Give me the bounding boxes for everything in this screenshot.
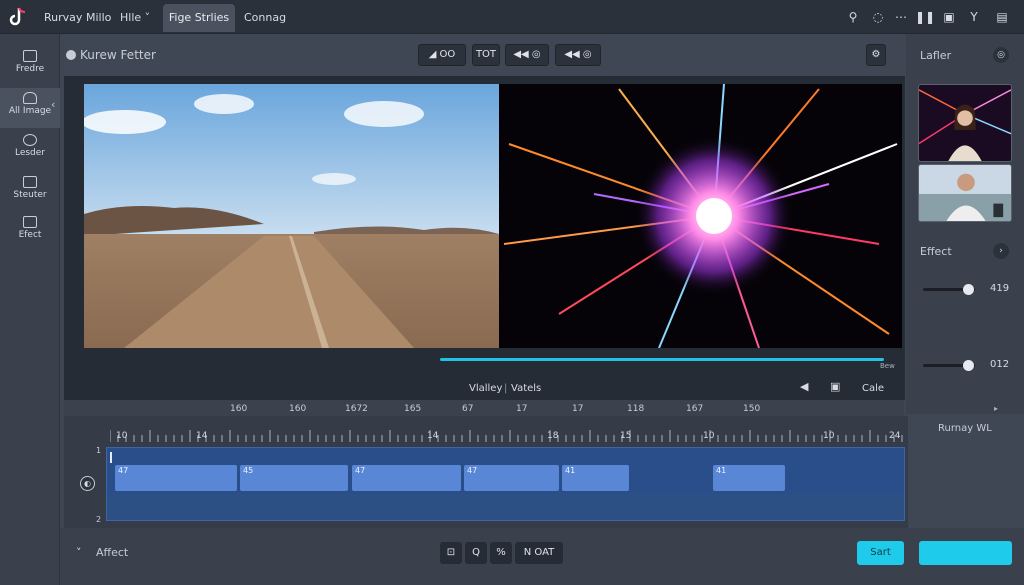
timeline-clip[interactable]: 47 — [464, 465, 559, 491]
ruler-tick-label: 150 — [743, 404, 761, 414]
ellipsis-icon[interactable]: ⋯ — [893, 9, 909, 25]
thumbnail-1[interactable] — [918, 84, 1012, 162]
effect-expand-icon[interactable]: › — [993, 243, 1009, 259]
affect-label[interactable]: Affect — [96, 546, 128, 559]
sidebar-item-efect[interactable]: Efect — [0, 212, 60, 252]
ruler-tick-label: 167 — [686, 404, 704, 414]
timeline-scale-label: 10 — [703, 431, 715, 441]
square-icon[interactable]: ▣ — [941, 9, 957, 25]
sidebar-item-lesder[interactable]: Lesder — [0, 130, 60, 170]
timeline-scale-label: 18 — [547, 431, 559, 441]
sidebar-item-label: Efect — [18, 230, 42, 240]
timeline-scale-label: 24 — [889, 431, 901, 441]
playback-progress-bar[interactable] — [440, 358, 884, 361]
sidebar-item-fredre[interactable]: Fredre — [0, 46, 60, 86]
menu-item-millo[interactable]: Millo — [86, 11, 111, 24]
effect-slider-1-knob[interactable] — [963, 284, 974, 295]
sidebar-item-steuter[interactable]: Steuter — [0, 172, 60, 212]
ruler-tick-label: 1672 — [345, 404, 368, 414]
top-bar: Rurvay Millo Hlle ˅ Fige Strlies Connag … — [0, 0, 1024, 34]
toolbar-button-rewind[interactable]: ◀◀ ◎ — [505, 44, 549, 66]
sidebar-item-label: Fredre — [15, 64, 45, 74]
export-button[interactable] — [919, 541, 1012, 565]
toolbar-button-rewind-2[interactable]: ◀◀ ◎ — [555, 44, 601, 66]
panel-settings-icon[interactable]: ⚙ — [866, 44, 886, 66]
right-panel-settings-icon[interactable]: ◎ — [993, 47, 1009, 63]
top-ruler — [64, 400, 904, 416]
bottom-search-button[interactable]: Q — [465, 542, 487, 564]
sidebar-item-label: Steuter — [13, 190, 47, 200]
menu-item-rurvay[interactable]: Rurvay — [44, 11, 82, 24]
timeline-scale-label: 10 — [116, 431, 128, 441]
track-lock-icon[interactable]: ◐ — [80, 476, 95, 491]
timeline-scale-label: 10 — [823, 431, 835, 441]
ruler-tick-label: 160 — [230, 404, 248, 414]
chevron-icon[interactable]: Y — [966, 9, 982, 25]
ruler-tick-label: 165 — [404, 404, 422, 414]
screen-icon[interactable]: ▣ — [830, 380, 840, 393]
tab-connag[interactable]: Connag — [244, 11, 286, 24]
ruler-tick-label: 160 — [289, 404, 307, 414]
ruler-scroll-right-icon[interactable]: ▸ — [994, 404, 998, 413]
cloud-icon — [23, 92, 37, 104]
ruler-tick-label: 118 — [627, 404, 645, 414]
bottom-button-oat[interactable]: N OAT — [515, 542, 563, 564]
folder-icon — [23, 176, 37, 188]
image-plus-icon — [23, 50, 37, 62]
tab-fige-strlies[interactable]: Fige Strlies — [163, 4, 235, 32]
sidebar-item-label: Lesder — [14, 148, 46, 158]
desert-road-image — [84, 84, 499, 348]
grid-icon[interactable]: ▤ — [994, 9, 1010, 25]
playhead[interactable] — [110, 452, 112, 463]
toolbar-button-tot[interactable]: TOT — [472, 44, 500, 66]
panel-title: Kurew Fetter — [80, 48, 156, 62]
timeline-clip[interactable]: 47 — [115, 465, 237, 491]
wrench-icon[interactable]: ⚲ — [845, 9, 861, 25]
cale-label[interactable]: Cale — [862, 383, 884, 394]
lane-label: 1 — [96, 446, 102, 455]
refresh-icon[interactable]: ◌ — [870, 9, 886, 25]
affect-chevron-icon[interactable]: ˅ — [76, 546, 82, 559]
right-panel-title: Lafler — [920, 49, 952, 62]
pause-icon[interactable]: ❚❚ — [915, 9, 935, 25]
ruler-tick-label: 67 — [462, 404, 474, 414]
effect-icon — [23, 216, 37, 228]
timeline-clip[interactable]: 41 — [713, 465, 785, 491]
thumbnail-2[interactable] — [918, 164, 1012, 222]
preview-label-vlalley[interactable]: Vlalley — [469, 383, 502, 394]
timeline-clip[interactable]: 47 — [352, 465, 461, 491]
music-icon — [23, 134, 37, 146]
firework-burst-image — [499, 84, 902, 348]
app-logo-icon — [9, 7, 26, 26]
ruler-tick-label: 17 — [572, 404, 584, 414]
timeline-scale-label: 14 — [196, 431, 208, 441]
timeline-scale — [110, 430, 903, 442]
toolbar-button-1[interactable]: ◢ OO — [418, 44, 466, 66]
effect-slider-2-value: 012 — [990, 359, 1010, 370]
menu-item-hlle[interactable]: Hlle ˅ — [120, 11, 150, 24]
timeline-scale-label: 14 — [427, 431, 439, 441]
volume-icon[interactable]: ◀ — [800, 380, 808, 393]
progress-end-label: Bew — [880, 362, 895, 370]
audio-track[interactable] — [107, 494, 904, 520]
lane-label: 2 — [96, 515, 102, 524]
start-button[interactable]: Sart — [857, 541, 904, 565]
bottom-button-1[interactable]: ⊡ — [440, 542, 462, 564]
timeline-scale-label: 15 — [620, 431, 632, 441]
preview-label-divider: | — [504, 383, 508, 394]
timeline-clip[interactable]: 45 — [240, 465, 348, 491]
collapse-chevron-icon[interactable]: ‹ — [51, 98, 55, 111]
effect-slider-1-value: 419 — [990, 283, 1010, 294]
panel-icon — [66, 50, 76, 60]
ruler-tick-label: 17 — [516, 404, 528, 414]
timeline-clip[interactable]: 41 — [562, 465, 629, 491]
effect-label: Effect — [920, 245, 952, 258]
timeline-title: Rurnay WL — [938, 423, 992, 434]
effect-slider-2-knob[interactable] — [963, 360, 974, 371]
bottom-button-3[interactable]: % — [490, 542, 512, 564]
preview-label-vatels[interactable]: Vatels — [511, 383, 541, 394]
